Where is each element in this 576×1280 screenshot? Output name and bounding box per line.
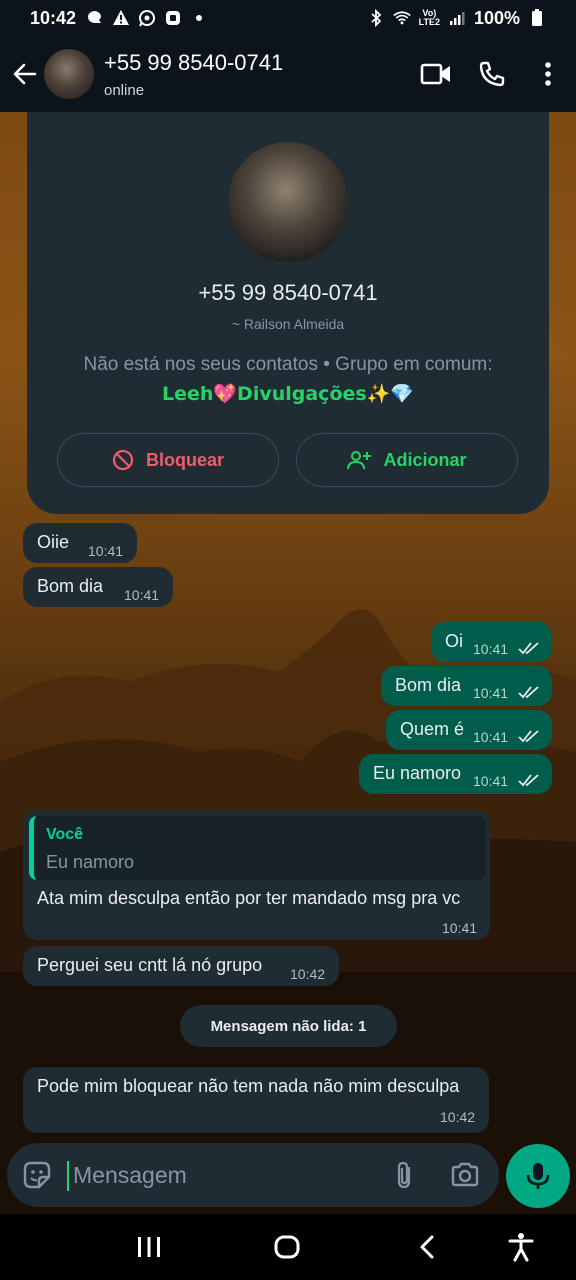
- message-incoming[interactable]: Perguei seu cntt lá nó grupo 10:42: [23, 946, 339, 986]
- accessibility-icon: [508, 1233, 534, 1262]
- system-nav-bar: [0, 1214, 576, 1280]
- message-outgoing[interactable]: Bom dia 10:41: [381, 666, 552, 706]
- more-options-button[interactable]: [520, 46, 576, 102]
- camera-icon: [451, 1162, 479, 1187]
- signal-icon: [448, 9, 466, 27]
- camera-button[interactable]: [449, 1159, 481, 1191]
- read-receipt-icon: [518, 730, 539, 743]
- voice-call-button[interactable]: [464, 46, 520, 102]
- recents-icon: [138, 1237, 160, 1257]
- message-incoming[interactable]: Bom dia 10:41: [23, 567, 173, 607]
- message-outgoing[interactable]: Quem é 10:41: [386, 710, 552, 750]
- message-text: Quem é: [400, 719, 465, 739]
- contact-info[interactable]: +55 99 8540-0741 online: [104, 50, 283, 99]
- bluetooth-icon: [367, 9, 385, 27]
- battery-icon: [528, 9, 546, 27]
- message-text: Eu namoro: [373, 763, 462, 783]
- message-time: 10:41: [442, 920, 478, 936]
- message-text: Bom dia: [37, 576, 104, 596]
- message-outgoing[interactable]: Oi 10:41: [431, 622, 552, 662]
- back-chevron-icon: [420, 1235, 434, 1259]
- message-time: 10:41: [473, 729, 509, 745]
- block-label: Bloquear: [145, 449, 224, 470]
- message-composer: Mensagem: [7, 1143, 499, 1207]
- message-input[interactable]: Mensagem: [73, 1162, 187, 1189]
- recent-apps-button[interactable]: [132, 1230, 166, 1264]
- message-text: Perguei seu cntt lá nó grupo: [37, 955, 263, 975]
- sticker-icon: [23, 1161, 51, 1189]
- text-cursor: [67, 1161, 69, 1191]
- message-text: Oiie: [37, 532, 70, 552]
- contact-avatar[interactable]: [44, 49, 94, 99]
- status-time: 10:42: [30, 7, 77, 28]
- common-group-link[interactable]: Leeh💖Divulgações✨💎: [27, 382, 549, 405]
- add-contact-label: Adicionar: [383, 449, 467, 470]
- volte-indicator: Vo) LTE2: [418, 8, 440, 27]
- warning-icon: [112, 9, 130, 27]
- dot-icon: [190, 9, 208, 27]
- microphone-icon: [526, 1163, 550, 1189]
- contact-card-phone: +55 99 8540-0741: [198, 280, 378, 305]
- chat-area[interactable]: +55 99 8540-0741 ~ Railson Almeida Não e…: [0, 112, 576, 1214]
- chat-bubble-icon: [86, 9, 104, 27]
- block-button[interactable]: Bloquear: [57, 433, 279, 487]
- message-time: 10:42: [290, 966, 326, 982]
- message-incoming[interactable]: Oiie 10:41: [23, 523, 137, 563]
- back-arrow-icon: [13, 63, 37, 85]
- video-call-button[interactable]: [408, 46, 464, 102]
- contact-card: +55 99 8540-0741 ~ Railson Almeida Não e…: [27, 112, 549, 514]
- kebab-menu-icon: [545, 62, 551, 86]
- sticker-emoji-button[interactable]: [21, 1159, 53, 1191]
- accessibility-button[interactable]: [504, 1230, 538, 1264]
- video-camera-icon: [420, 63, 450, 85]
- back-button[interactable]: [6, 55, 44, 93]
- battery-percent: 100%: [473, 7, 520, 28]
- unread-messages-divider: Mensagem não lida: 1: [180, 1005, 397, 1047]
- block-icon: [112, 449, 134, 471]
- add-person-icon: [347, 451, 372, 470]
- message-text: Oi: [445, 631, 463, 651]
- voice-message-button[interactable]: [506, 1144, 570, 1208]
- message-text: Bom dia: [395, 675, 462, 695]
- message-time: 10:41: [88, 543, 124, 559]
- message-incoming[interactable]: Pode mim bloquear não tem nada não mim d…: [23, 1067, 489, 1133]
- attach-button[interactable]: [389, 1159, 421, 1191]
- message-incoming-reply[interactable]: Você Eu namoro Ata mim desculpa então po…: [23, 810, 490, 940]
- wifi-icon: [392, 9, 411, 27]
- phone-icon: [479, 61, 505, 87]
- message-time: 10:41: [473, 685, 509, 701]
- contact-card-info: Não está nos seus contatos • Grupo em co…: [83, 354, 493, 375]
- read-receipt-icon: [518, 642, 539, 655]
- quoted-text: Eu namoro: [46, 852, 135, 872]
- contact-status: online: [104, 81, 145, 99]
- chat-header: +55 99 8540-0741 online: [0, 36, 576, 112]
- message-outgoing[interactable]: Eu namoro 10:41: [359, 754, 552, 794]
- contact-name: +55 99 8540-0741: [104, 49, 284, 75]
- home-icon: [274, 1235, 300, 1259]
- quoted-message[interactable]: Você Eu namoro: [29, 816, 486, 880]
- message-text: Ata mim desculpa então por ter mandado m…: [37, 888, 461, 908]
- paperclip-icon: [397, 1161, 411, 1189]
- message-time: 10:41: [473, 641, 509, 657]
- status-bar: 10:42 Vo) LTE2 100%: [0, 0, 576, 36]
- whatsapp-icon: [138, 9, 156, 27]
- contact-card-profile-name: ~ Railson Almeida: [231, 316, 345, 332]
- app-notification-icon: [164, 9, 182, 27]
- contact-card-avatar[interactable]: [228, 142, 348, 262]
- message-time: 10:41: [124, 587, 160, 603]
- read-receipt-icon: [518, 686, 539, 699]
- home-button[interactable]: [270, 1230, 304, 1264]
- back-nav-button[interactable]: [410, 1230, 444, 1264]
- read-receipt-icon: [518, 774, 539, 787]
- message-time: 10:41: [473, 773, 509, 789]
- quoted-author: Você: [46, 826, 84, 843]
- message-text: Pode mim bloquear não tem nada não mim d…: [37, 1076, 460, 1096]
- message-time: 10:42: [440, 1109, 476, 1125]
- add-contact-button[interactable]: Adicionar: [296, 433, 518, 487]
